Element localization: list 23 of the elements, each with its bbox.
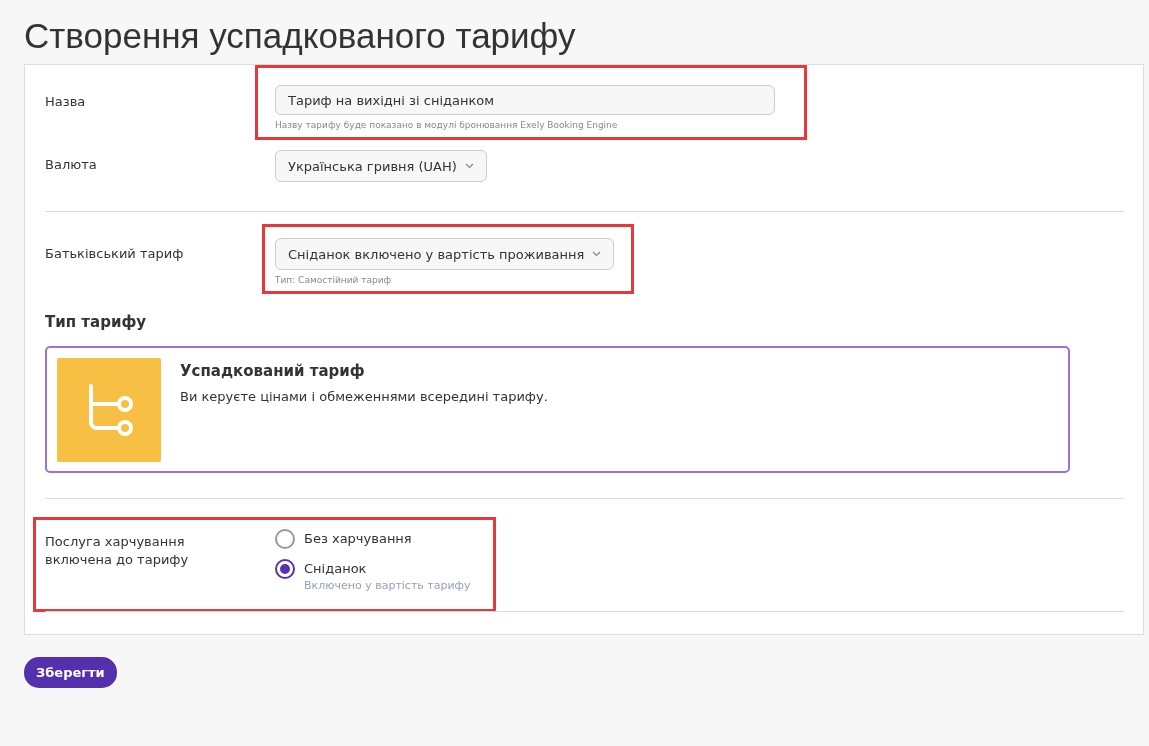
caret-icon — [464, 163, 474, 169]
radio-label: Сніданок — [304, 560, 368, 578]
field-hint: Назву тарифу буде показано в модулі бронювання Exely Booking Engine — [275, 120, 619, 131]
field-label: Послуга харчування включена до тарифу — [45, 533, 190, 569]
page-title: Створення успадкованого тарифу — [23, 15, 577, 57]
radio-button[interactable] — [275, 559, 295, 579]
field-hint: Тип: Самостійний тариф — [275, 275, 393, 286]
save-button[interactable]: Зберегти — [24, 657, 117, 688]
name-input-field[interactable]: Тариф на вихідні зі сніданком — [275, 85, 775, 115]
currency-dropdown[interactable]: Українська гривня (UAH) — [275, 150, 487, 182]
option-note: Включено у вартість тарифу — [304, 579, 471, 593]
radio-label: Без харчування — [304, 530, 412, 548]
tariff-type-description: Ви керуєте цінами і обмеженнями всередині тарифу. — [180, 389, 548, 404]
section-heading: Тип тарифу — [45, 313, 148, 331]
field-label: Батьківський тариф — [45, 245, 185, 263]
parent-tariff-dropdown[interactable]: Сніданок включено у вартість проживання — [275, 238, 615, 270]
caret-icon — [592, 251, 602, 257]
branch-icon — [57, 358, 161, 462]
radio-button[interactable] — [275, 529, 295, 549]
field-label: Валюта — [45, 156, 98, 174]
tariff-type-title: Успадкований тариф — [180, 362, 366, 380]
tariff-type-card[interactable]: Успадкований тариф Ви керуєте цінами і обмеженнями всередині тарифу. — [45, 346, 1070, 473]
field-label: Назва — [45, 93, 87, 111]
